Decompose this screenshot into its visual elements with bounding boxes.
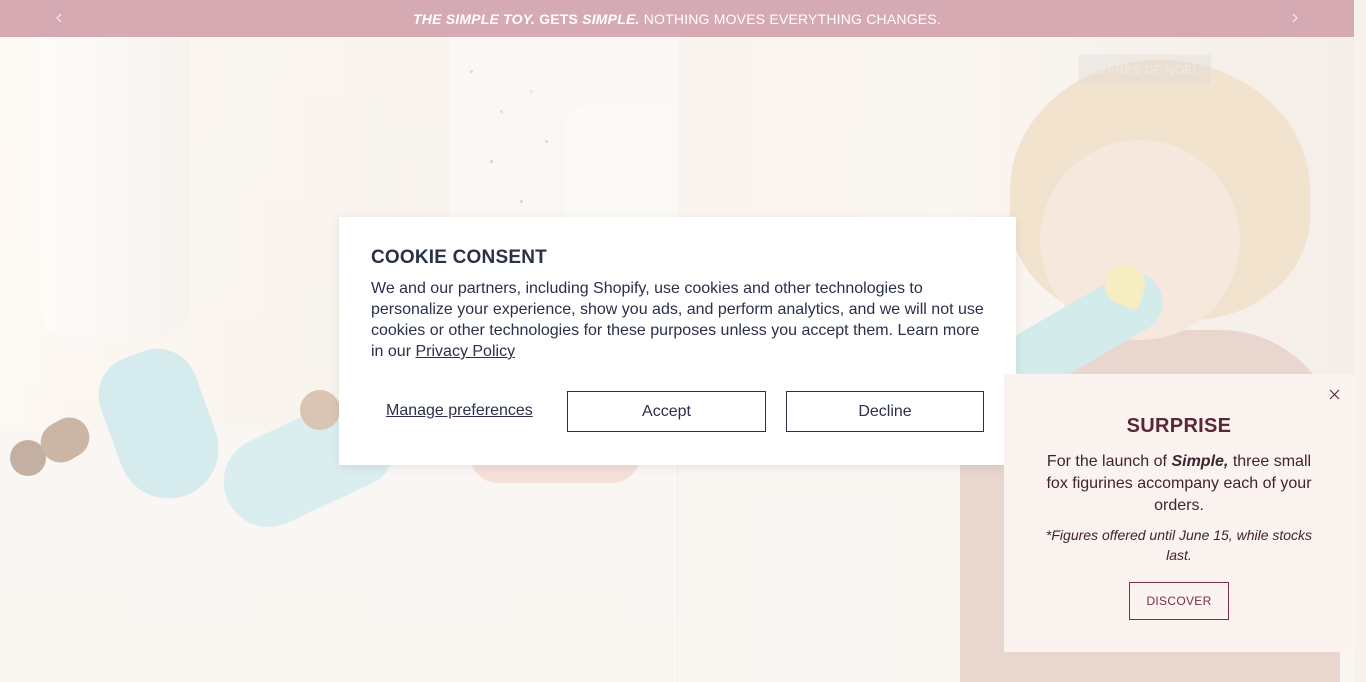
popup-body-before: For the launch of [1046, 453, 1167, 470]
chevron-right-icon [1290, 11, 1300, 26]
announcement-gets: GETS [539, 10, 579, 27]
popup-close-button[interactable] [1326, 388, 1342, 404]
popup-body: For the launch of Simple, three small fo… [1042, 451, 1316, 517]
announcement-tagline: NOTHING MOVES EVERYTHING CHANGES. [643, 10, 941, 27]
announcement-text: THE SIMPLE TOY. GETS SIMPLE. NOTHING MOV… [413, 11, 941, 27]
announcement-prev-button[interactable] [50, 9, 68, 27]
popup-title: SURPRISE [1126, 415, 1232, 437]
cookie-consent-dialog: COOKIE CONSENT We and our partners, incl… [339, 217, 1016, 465]
announcement-simple: SIMPLE. [582, 10, 640, 27]
cookie-title: COOKIE CONSENT [371, 247, 547, 268]
accept-button[interactable]: Accept [567, 391, 766, 432]
popup-note: *Figures offered until June 15, while st… [1045, 527, 1313, 563]
announcement-brand: THE SIMPLE TOY. [413, 10, 536, 27]
chevron-left-icon [54, 11, 64, 26]
cookie-body: We and our partners, including Shopify, … [371, 278, 991, 362]
cookie-actions: Manage preferences Accept Decline [371, 391, 984, 432]
announcement-bar: THE SIMPLE TOY. GETS SIMPLE. NOTHING MOV… [0, 0, 1354, 37]
manage-preferences-button[interactable]: Manage preferences [386, 402, 533, 420]
discover-button[interactable]: DISCOVER [1129, 582, 1229, 620]
privacy-policy-link[interactable]: Privacy Policy [415, 343, 515, 360]
surprise-popup: SURPRISE For the launch of Simple, three… [1004, 374, 1354, 652]
decline-button[interactable]: Decline [786, 391, 984, 432]
close-icon [1329, 387, 1340, 405]
popup-body-brand: Simple, [1171, 453, 1229, 470]
announcement-next-button[interactable] [1286, 9, 1304, 27]
